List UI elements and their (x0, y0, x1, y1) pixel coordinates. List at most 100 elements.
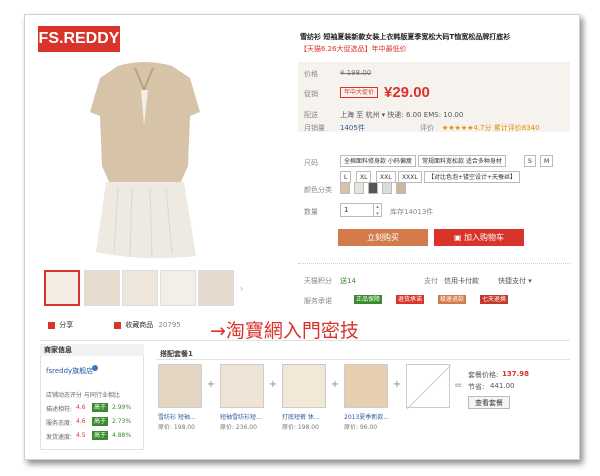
combo-price-value: 137.98 (502, 370, 530, 378)
product-thumbnail-2[interactable] (84, 270, 120, 306)
stock-text: 库存14013件 (390, 208, 434, 216)
promo-label: 促销 (304, 90, 318, 98)
shipping-text[interactable]: 上海 至 杭州 ▾ 快递: 6.00 EMS: 10.00 (340, 110, 463, 120)
service-tag-1[interactable]: 正品保障 (354, 295, 383, 304)
shop-score-pct-2: 2.73% (112, 418, 132, 425)
promo-badge: 年中大促价 (340, 87, 379, 98)
qty-stepper[interactable]: ▴ ▾ (374, 203, 382, 217)
cart-icon: ▣ (453, 233, 462, 242)
plus-icon: + (206, 379, 216, 390)
rating-label: 评价 (420, 124, 434, 132)
color-swatch-4[interactable] (382, 182, 392, 194)
shop-score-pct-1: 2.99% (112, 404, 132, 411)
combo-price-label: 套餐价格: (468, 371, 499, 379)
section-divider (40, 340, 570, 341)
shop-score-label-3: 发货速度: (46, 434, 73, 441)
share-label: 分享 (59, 321, 74, 329)
combo-save-value: 441.00 (490, 382, 515, 390)
combo-item-image-3[interactable] (282, 364, 326, 408)
combo-item-name-1[interactable]: 雪纺衫 短袖... (158, 412, 196, 421)
color-swatch-1[interactable] (340, 182, 350, 194)
points-value: 送14 (340, 277, 356, 285)
size-label: 尺码 (304, 159, 318, 167)
shop-score-compare-3: 高于 (92, 431, 109, 440)
size-option-2[interactable]: 常规面料宽松款 适合多种身材 (418, 155, 506, 167)
combo-item-image-1[interactable] (158, 364, 202, 408)
combo-item-name-2[interactable]: 短袖雪纺衫短... (220, 412, 262, 421)
express-pay-link[interactable]: 快捷支付 ▾ (498, 276, 532, 286)
service-tag-3[interactable]: 极速退款 (438, 295, 467, 304)
shipping-label: 配送 (304, 111, 318, 119)
buy-now-label: 立刻购买 (367, 233, 399, 242)
add-cart-button[interactable]: ▣ 加入购物车 (434, 229, 524, 246)
combo-save-label: 节省: (468, 383, 485, 391)
size-option-3[interactable]: S (524, 155, 536, 167)
combo-item-price-1: 原价: 198.00 (158, 424, 195, 431)
view-combo-label: 查看套餐 (475, 399, 503, 407)
view-combo-button[interactable]: 查看套餐 (468, 396, 510, 409)
plus-icon: + (392, 379, 402, 390)
color-swatch-5[interactable] (396, 182, 406, 194)
service-tag-2[interactable]: 退货承诺 (396, 295, 425, 304)
product-title: 雪纺衫 短袖夏装新款女装上衣韩版夏季宽松大码T恤宽松品牌打底衫 (300, 33, 511, 41)
service-tag-4[interactable]: 七天退换 (480, 295, 509, 304)
shop-score-value-1: 4.6 (76, 404, 86, 411)
share-icon (48, 321, 55, 329)
brand-logo[interactable]: FS.REDDY (38, 26, 120, 52)
buy-now-button[interactable]: 立刻购买 (338, 229, 428, 246)
sales-label: 月销量 (304, 124, 325, 132)
shop-score-label-2: 服务态度: (46, 420, 73, 427)
credit-card-link[interactable]: 信用卡付款 (444, 276, 479, 286)
original-price: ¥ 198.00 (340, 69, 372, 77)
promo-price: ¥29.00 (384, 84, 430, 101)
thumbnail-next-icon[interactable]: › (240, 284, 243, 293)
qty-input[interactable]: 1 (340, 203, 374, 217)
service-label: 服务承诺 (304, 297, 332, 305)
combo-item-price-2: 原价: 236.00 (220, 424, 257, 431)
collect-link[interactable]: 收藏商品 20795 (114, 320, 181, 330)
shop-score-title: 店铺动态评分 与同行业相比 (46, 392, 120, 399)
add-cart-label: 加入购物车 (464, 233, 505, 242)
rating-text[interactable]: ★★★★★4.7分 累计评价8340 (442, 123, 540, 133)
plus-icon: + (330, 379, 340, 390)
shop-score-label-1: 描述相符: (46, 406, 73, 413)
shop-score-compare-2: 高于 (92, 417, 109, 426)
collect-count: 20795 (158, 321, 181, 329)
product-thumbnail-5[interactable] (198, 270, 234, 306)
size-option-4[interactable]: M (540, 155, 554, 167)
color-swatch-2[interactable] (354, 182, 364, 194)
color-label: 颜色分类 (304, 186, 332, 194)
combo-item-image-2[interactable] (220, 364, 264, 408)
pay-label: 支付 (424, 277, 438, 285)
shop-info-header: 商家信息 (40, 344, 144, 356)
collect-label: 收藏商品 (125, 321, 154, 329)
shop-score-compare-1: 高于 (92, 403, 109, 412)
share-link[interactable]: 分享 (48, 320, 73, 330)
combo-header-line (156, 359, 570, 360)
brand-logo-text: FS.REDDY (38, 30, 120, 47)
combo-item-price-4: 原价: 96.00 (344, 424, 378, 431)
sales-value: 1405件 (340, 124, 365, 132)
combo-item-image-4[interactable] (344, 364, 388, 408)
main-product-image[interactable] (40, 56, 252, 262)
combo-item-name-3[interactable]: 打底短裤 休... (282, 412, 320, 421)
shop-score-value-3: 4.5 (76, 432, 86, 439)
shop-score-pct-3: 4.88% (112, 432, 132, 439)
collect-icon (114, 321, 121, 329)
divider-line (298, 263, 570, 264)
combo-header: 搭配套餐1 (160, 350, 193, 358)
size-option-9[interactable]: 【对比色泡+镂空设计+天蚕丝】 (424, 171, 521, 183)
size-option-1[interactable]: 全棉面料修身款 小码偏瘦 (340, 155, 416, 167)
overlay-caption: →淘寶網入門密技 (210, 320, 359, 342)
color-swatch-3[interactable] (368, 182, 378, 194)
combo-item-price-3: 原价: 198.00 (282, 424, 319, 431)
combo-item-name-4[interactable]: 2013夏季新款... (344, 412, 389, 421)
product-thumbnail-3[interactable] (122, 270, 158, 306)
product-thumbnail-1[interactable] (44, 270, 80, 306)
price-panel (298, 62, 570, 132)
product-thumbnail-4[interactable] (160, 270, 196, 306)
points-label: 天猫积分 (304, 277, 332, 285)
equals-icon: = (454, 380, 463, 391)
shop-badge-icon (92, 365, 98, 371)
shop-name[interactable]: fsreddy旗舰店 (46, 366, 93, 376)
